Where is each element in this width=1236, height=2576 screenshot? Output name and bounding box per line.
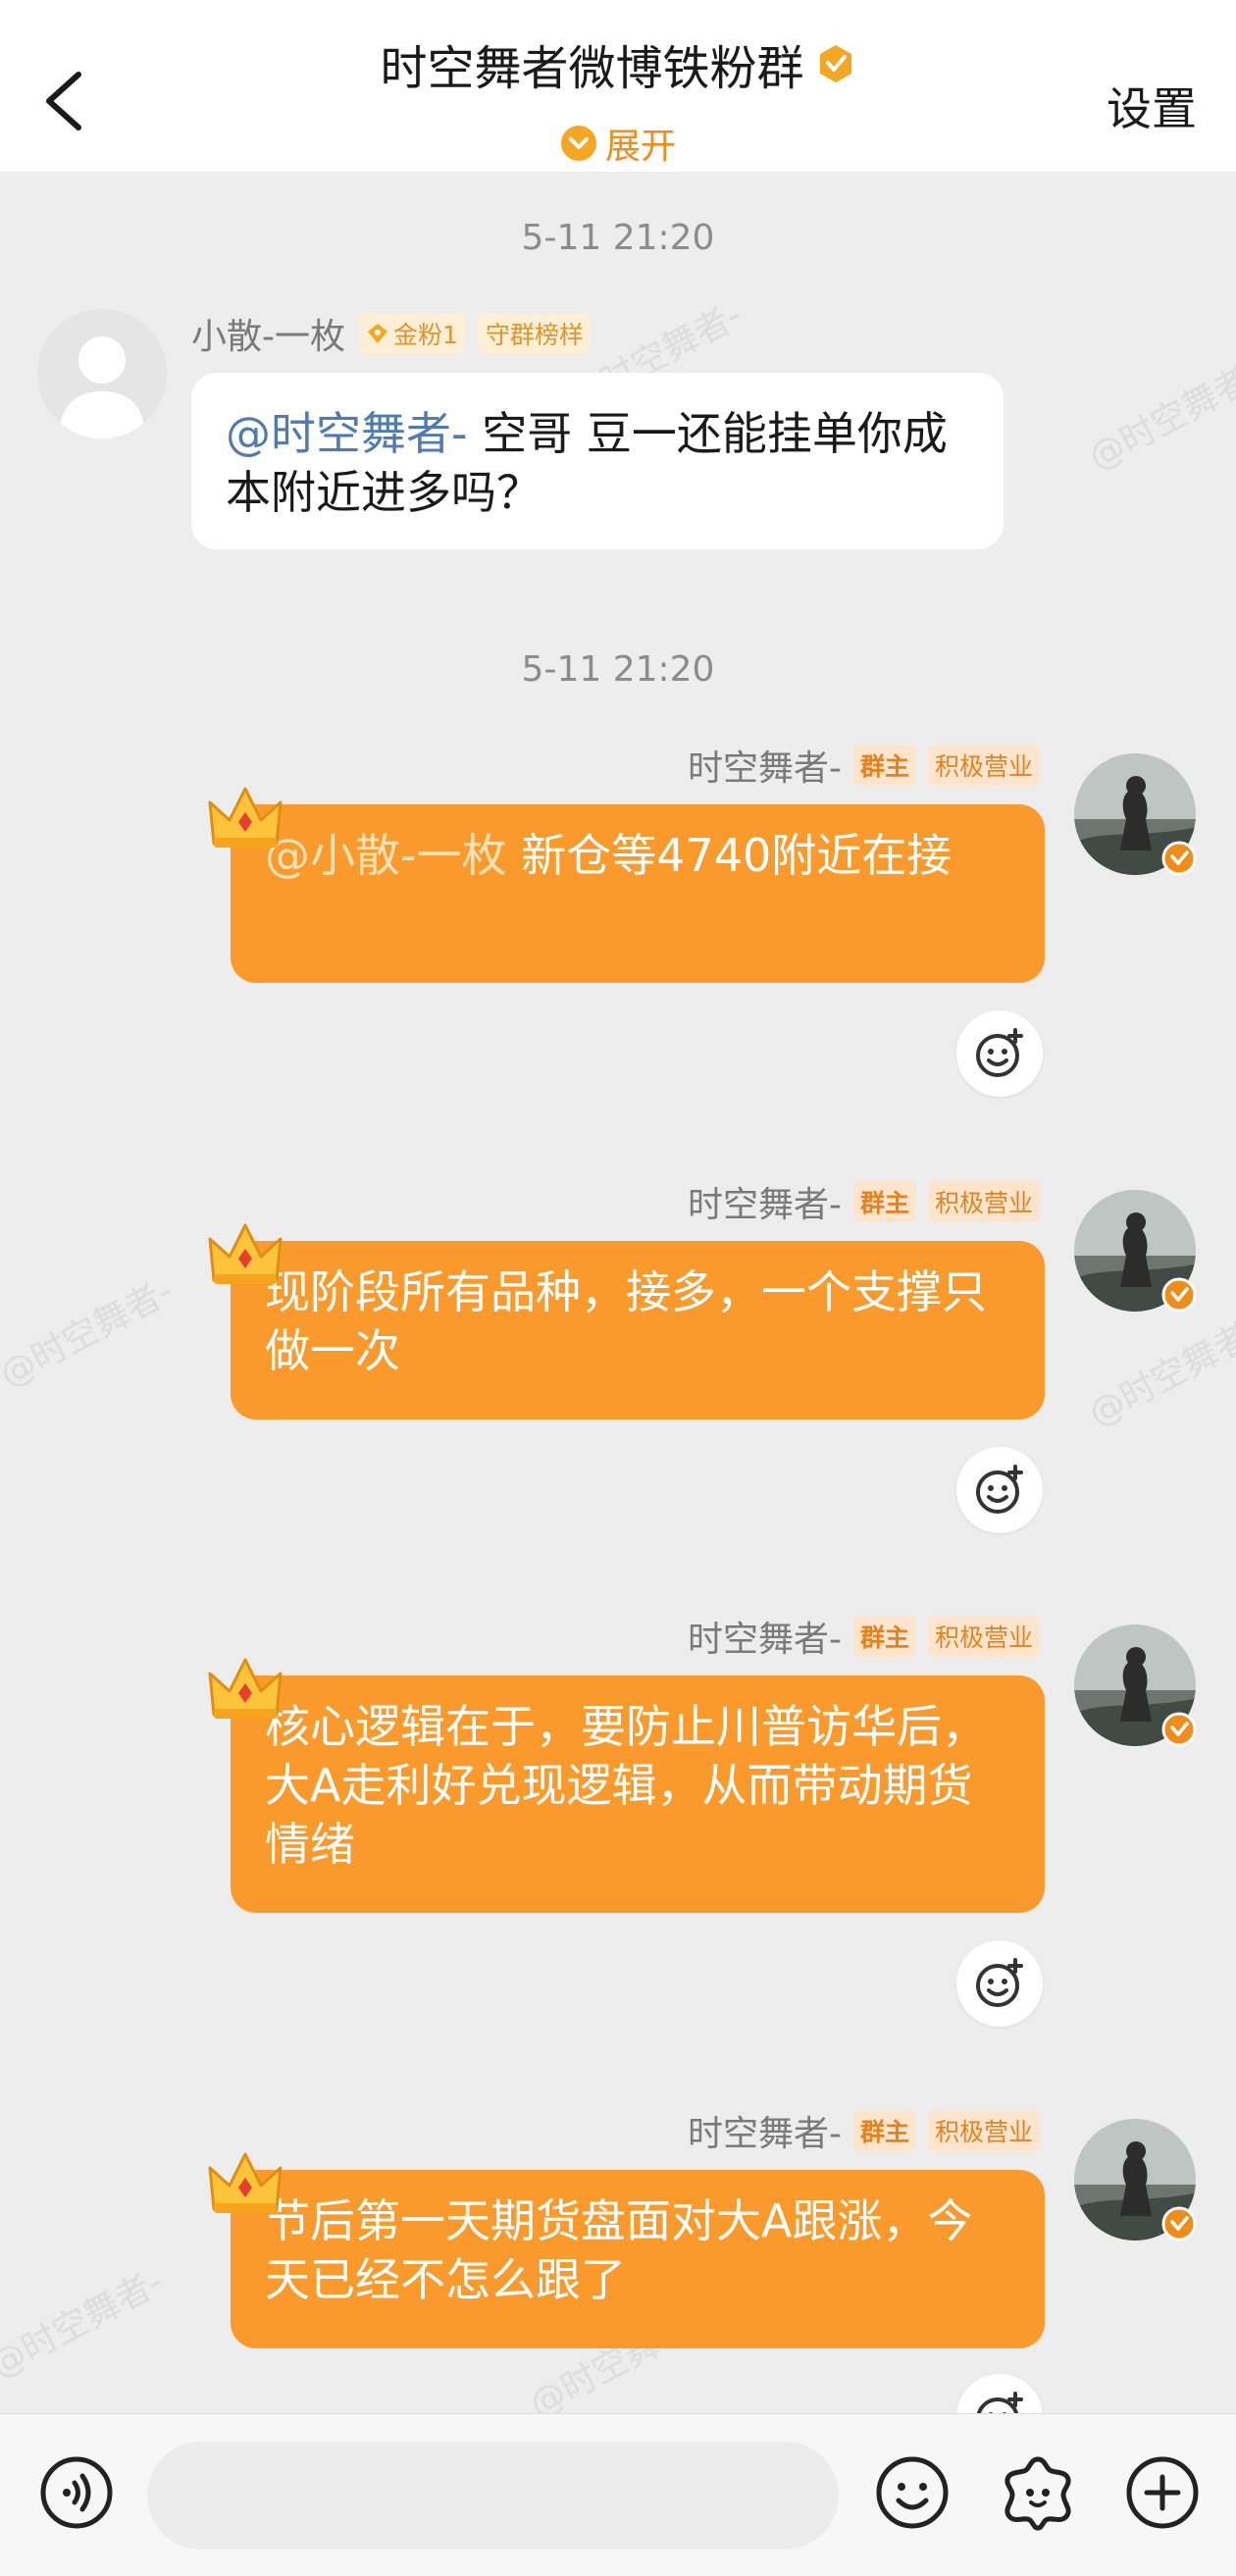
add-reaction-icon <box>976 1028 1023 1077</box>
crown-icon <box>208 1223 283 1284</box>
crown-icon <box>208 787 283 848</box>
watermark: @时空舞者- <box>1082 1310 1236 1435</box>
sender-row: 时空舞者- 群主 积极营业 <box>688 741 1040 790</box>
message-text: 核心逻辑在于，要防止川普访华后，大A走利好兑现逻辑，从而带动期货情绪 <box>265 1700 987 1871</box>
group-title: 时空舞者微博铁粉群 <box>380 41 804 96</box>
expand-toggle[interactable]: 展开 <box>0 118 1236 169</box>
settings-button[interactable]: 设置 <box>1107 74 1197 138</box>
add-reaction-button[interactable] <box>956 1940 1043 2027</box>
sender-row: 时空舞者- 群主 积极营业 <box>688 1177 1040 1226</box>
activity-badge: 积极营业 <box>927 1616 1040 1657</box>
avatar[interactable] <box>1071 1187 1199 1314</box>
voice-button[interactable] <box>37 2453 116 2532</box>
message-text: 新仓等4740附近在接 <box>506 829 953 882</box>
profile-photo <box>1074 1624 1197 1747</box>
sticker-icon <box>1004 2456 1071 2531</box>
timestamp: 5-11 21:20 <box>521 649 715 690</box>
message-bubble[interactable]: 节后第一天期货盘面对大A跟涨，今天已经不怎么跟了 <box>231 2170 1045 2348</box>
sender-name: 时空舞者- <box>687 1185 842 1225</box>
add-reaction-icon <box>976 1958 1023 2007</box>
activity-badge: 积极营业 <box>927 1181 1040 1222</box>
plus-icon <box>1126 2456 1199 2529</box>
avatar[interactable] <box>1071 2116 1199 2243</box>
message-bubble[interactable]: 现阶段所有品种，接多，一个支撑只做一次 <box>231 1241 1045 1419</box>
verified-badge-icon <box>819 45 851 82</box>
crown-icon <box>208 2152 283 2213</box>
sender-name: 小散-一枚 <box>191 317 345 357</box>
sender-row: 时空舞者- 群主 积极营业 <box>688 2106 1040 2155</box>
fan-diamond-icon <box>368 324 387 343</box>
add-reaction-icon <box>976 1465 1023 1514</box>
message-bubble[interactable]: @小散-一枚 新仓等4740附近在接 <box>231 804 1045 983</box>
sender-name: 时空舞者- <box>687 1620 842 1660</box>
avatar[interactable] <box>1071 750 1199 878</box>
default-avatar-icon <box>37 309 167 438</box>
watermark: @时空舞者- <box>1082 353 1236 479</box>
title-row: 时空舞者微博铁粉群 <box>0 29 1236 98</box>
emoji-button[interactable] <box>873 2453 952 2532</box>
sender-name: 时空舞者- <box>687 748 842 789</box>
profile-photo <box>1074 1190 1197 1313</box>
role-badge: 守群榜样 <box>478 313 591 354</box>
message-text: 现阶段所有品种，接多，一个支撑只做一次 <box>265 1265 987 1377</box>
sender-row: 小散-一枚 金粉1 守群榜样 <box>191 309 591 358</box>
expand-label: 展开 <box>604 127 676 167</box>
message-text: 节后第一天期货盘面对大A跟涨，今天已经不怎么跟了 <box>265 2194 973 2306</box>
avatar[interactable] <box>1071 1622 1199 1749</box>
avatar[interactable] <box>37 309 167 438</box>
profile-photo <box>1074 2119 1197 2241</box>
sender-row: 时空舞者- 群主 积极营业 <box>688 1612 1040 1661</box>
owner-badge: 群主 <box>852 745 916 786</box>
add-reaction-button[interactable] <box>956 1447 1043 1533</box>
chevron-down-icon <box>560 126 596 161</box>
owner-badge: 群主 <box>852 1616 916 1657</box>
more-button[interactable] <box>1123 2453 1202 2532</box>
activity-badge: 积极营业 <box>927 745 1040 786</box>
owner-badge: 群主 <box>852 1181 916 1222</box>
mention-link[interactable]: @时空舞者- <box>226 407 468 460</box>
crown-icon <box>208 1658 283 1719</box>
fan-level-badge: 金粉1 <box>359 313 465 354</box>
watermark: @时空舞者- <box>0 1270 180 1396</box>
message-input[interactable] <box>147 2442 839 2550</box>
owner-badge: 群主 <box>852 2110 916 2151</box>
timestamp: 5-11 21:20 <box>521 218 715 258</box>
fan-level-label: 金粉1 <box>393 321 458 349</box>
profile-photo <box>1074 753 1197 876</box>
chat-header: 时空舞者微博铁粉群 展开 设置 <box>0 0 1236 172</box>
message-bubble[interactable]: @时空舞者- 空哥 豆一还能挂单你成本附近进多吗？ <box>191 373 1004 549</box>
add-reaction-button[interactable] <box>956 1010 1043 1097</box>
composer-bar <box>0 2413 1236 2576</box>
activity-badge: 积极营业 <box>927 2110 1040 2151</box>
voice-icon <box>40 2456 113 2529</box>
emoji-icon <box>876 2456 949 2529</box>
watermark: @时空舞者- <box>0 2261 170 2387</box>
mention-link[interactable]: @小散-一枚 <box>265 829 507 882</box>
message-bubble[interactable]: 核心逻辑在于，要防止川普访华后，大A走利好兑现逻辑，从而带动期货情绪 <box>231 1675 1045 1913</box>
sender-name: 时空舞者- <box>687 2114 842 2154</box>
sticker-button[interactable] <box>999 2453 1077 2532</box>
